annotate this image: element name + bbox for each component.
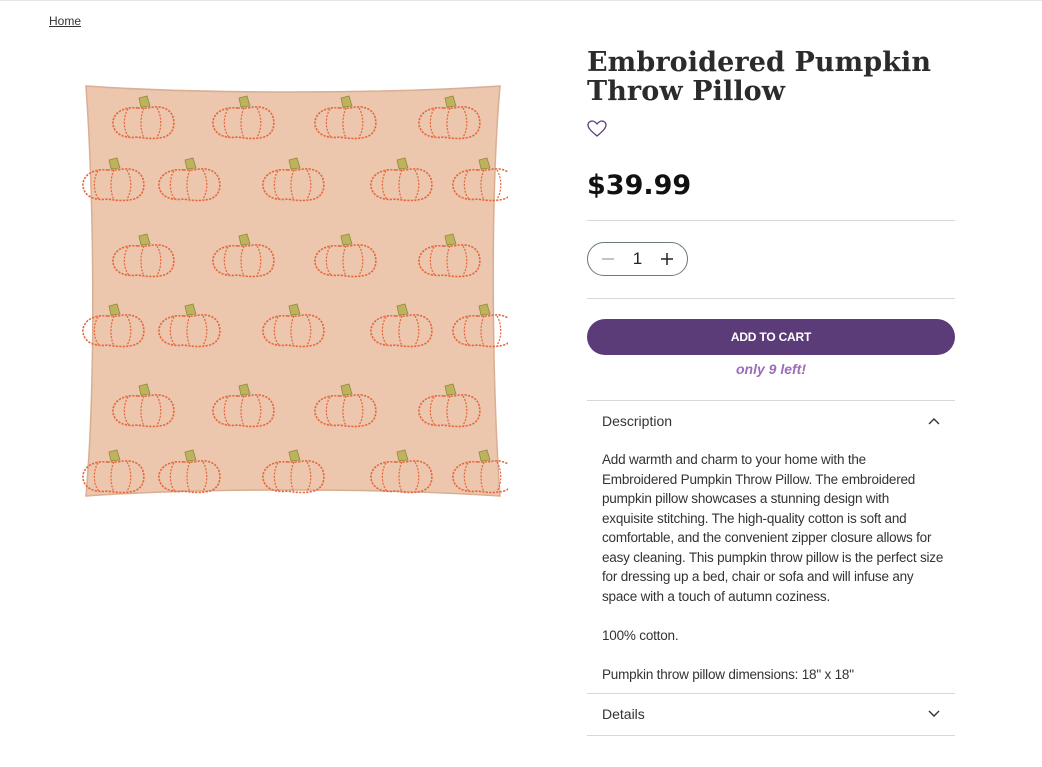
quantity-value[interactable]: 1 [623, 249, 653, 269]
description-paragraph: 100% cotton. [602, 627, 679, 643]
description-accordion-toggle[interactable]: Description [587, 401, 955, 441]
product-title: Embroidered Pumpkin Throw Pillow [587, 48, 955, 106]
quantity-stepper: 1 [587, 242, 688, 276]
heart-icon [587, 120, 607, 137]
divider [587, 298, 955, 299]
plus-icon [661, 253, 673, 265]
top-divider [0, 0, 1042, 1]
stock-note: only 9 left! [735, 361, 806, 377]
details-label: Details [602, 706, 645, 722]
description-paragraph: Pumpkin throw pillow dimensions: 18" x 1… [602, 666, 854, 682]
divider [587, 735, 955, 736]
details-accordion-toggle[interactable]: Details [587, 694, 955, 734]
minus-icon [602, 258, 614, 260]
add-to-cart-button[interactable]: ADD TO CART [587, 319, 955, 355]
chevron-down-icon [928, 710, 940, 717]
decrease-quantity-button[interactable] [600, 251, 616, 267]
breadcrumb-home[interactable]: Home [49, 14, 81, 28]
divider [587, 220, 955, 221]
description-label: Description [602, 413, 673, 429]
increase-quantity-button[interactable] [659, 251, 675, 267]
wishlist-button[interactable] [587, 120, 607, 138]
product-image [82, 85, 508, 497]
product-info: Embroidered Pumpkin Throw Pillow $39.99 … [587, 48, 955, 736]
chevron-up-icon [928, 418, 940, 425]
description-content: Add warmth and charm to your home with t… [602, 450, 944, 704]
description-paragraph: Add warmth and charm to your home with t… [602, 452, 944, 604]
product-price: $39.99 [587, 170, 692, 201]
product-title-line2: Throw Pillow [587, 76, 786, 107]
product-title-line1: Embroidered Pumpkin [587, 47, 932, 78]
